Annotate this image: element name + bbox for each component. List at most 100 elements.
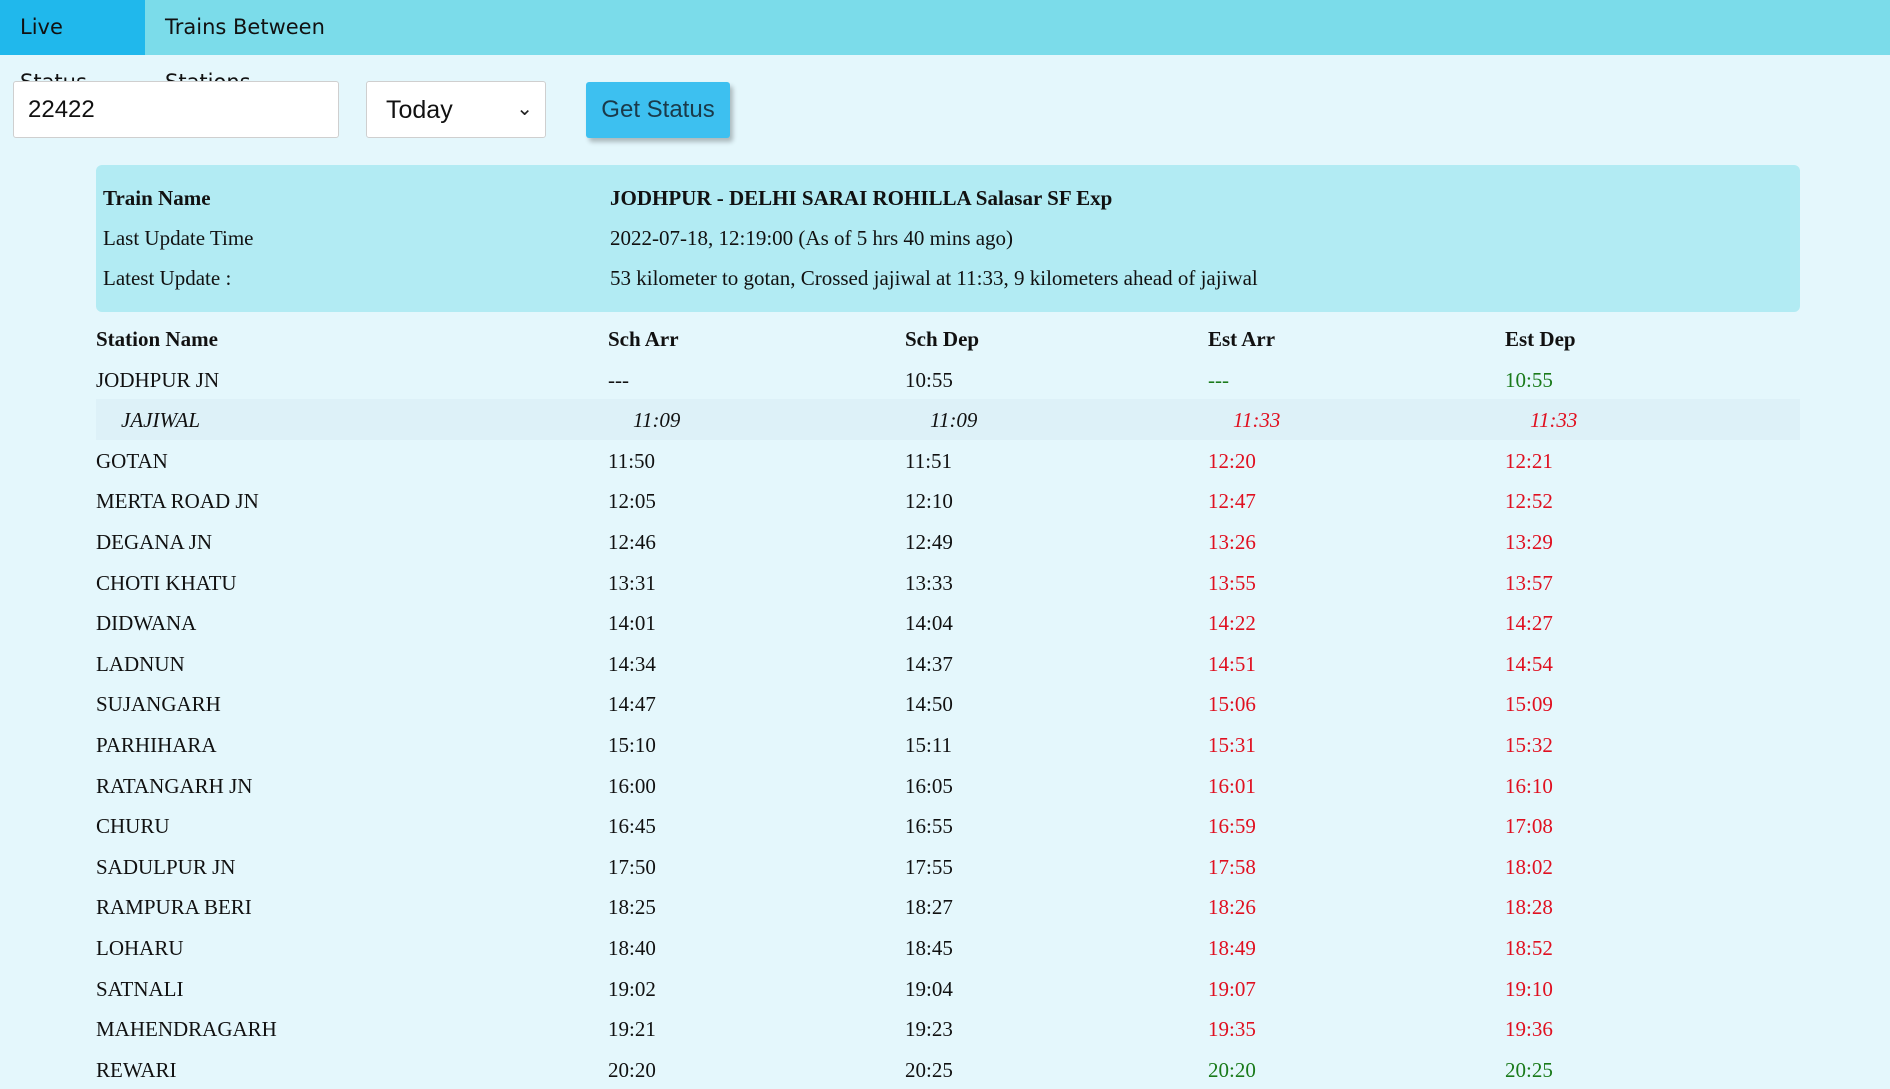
cell-est-dep: 19:36 bbox=[1505, 1017, 1553, 1042]
cell-sch-dep: 20:25 bbox=[905, 1057, 953, 1082]
latest-update-label: Latest Update : bbox=[103, 266, 232, 290]
cell-est-arr: 14:51 bbox=[1208, 651, 1256, 676]
cell-est-dep: 10:55 bbox=[1505, 367, 1553, 392]
table-row: GOTAN 11:50 11:51 12:20 12:21 bbox=[96, 440, 1800, 481]
cell-est-dep: 11:33 bbox=[1530, 408, 1578, 433]
table-row: JAJIWAL 11:09 11:09 11:33 11:33 bbox=[96, 399, 1800, 440]
table-row: LOHARU 18:40 18:45 18:49 18:52 bbox=[96, 927, 1800, 968]
cell-est-arr: --- bbox=[1208, 367, 1229, 392]
cell-station-name: JAJIWAL bbox=[121, 408, 200, 433]
last-update-label: Last Update Time bbox=[103, 226, 254, 250]
table-row: SATNALI 19:02 19:04 19:07 19:10 bbox=[96, 968, 1800, 1009]
cell-sch-arr: 11:50 bbox=[608, 448, 656, 473]
header-est-dep: Est Dep bbox=[1505, 327, 1576, 351]
cell-station-name: SUJANGARH bbox=[96, 692, 221, 717]
cell-sch-dep: 18:27 bbox=[905, 895, 953, 920]
tab-trains-between-stations[interactable]: Trains Between Stations bbox=[145, 0, 395, 94]
cell-station-name: DIDWANA bbox=[96, 611, 197, 636]
cell-est-arr: 15:31 bbox=[1208, 732, 1256, 757]
top-navbar: Live Status Trains Between Stations bbox=[0, 0, 1890, 94]
cell-est-arr: 12:20 bbox=[1208, 448, 1256, 473]
cell-station-name: SADULPUR JN bbox=[96, 854, 236, 879]
cell-sch-dep: 14:50 bbox=[905, 692, 953, 717]
cell-sch-arr: 20:20 bbox=[608, 1057, 656, 1082]
table-row: MAHENDRAGARH 19:21 19:23 19:35 19:36 bbox=[96, 1008, 1800, 1049]
cell-est-dep: 13:29 bbox=[1505, 529, 1553, 554]
cell-station-name: CHOTI KHATU bbox=[96, 570, 237, 595]
cell-station-name: DEGANA JN bbox=[96, 529, 213, 554]
get-status-button[interactable]: Get Status bbox=[586, 82, 730, 138]
cell-sch-arr: 16:00 bbox=[608, 773, 656, 798]
cell-sch-arr: 14:34 bbox=[608, 651, 656, 676]
cell-station-name: LADNUN bbox=[96, 651, 185, 676]
last-update-value: 2022-07-18, 12:19:00 (As of 5 hrs 40 min… bbox=[610, 226, 1014, 250]
day-select-value: Today bbox=[386, 96, 453, 124]
cell-est-dep: 18:52 bbox=[1505, 935, 1553, 960]
cell-station-name: SATNALI bbox=[96, 976, 184, 1001]
cell-sch-arr: 12:46 bbox=[608, 529, 656, 554]
cell-est-arr: 18:26 bbox=[1208, 895, 1256, 920]
cell-est-dep: 12:21 bbox=[1505, 448, 1553, 473]
cell-station-name: PARHIHARA bbox=[96, 732, 217, 757]
cell-station-name: RAMPURA BERI bbox=[96, 895, 252, 920]
cell-sch-dep: 13:33 bbox=[905, 570, 953, 595]
table-row: DEGANA JN 12:46 12:49 13:26 13:29 bbox=[96, 521, 1800, 562]
cell-sch-dep: 12:49 bbox=[905, 529, 953, 554]
table-row: JODHPUR JN --- 10:55 --- 10:55 bbox=[96, 359, 1800, 400]
table-row: RATANGARH JN 16:00 16:05 16:01 16:10 bbox=[96, 765, 1800, 806]
cell-est-arr: 13:55 bbox=[1208, 570, 1256, 595]
train-number-input[interactable] bbox=[13, 81, 339, 138]
table-row: REWARI 20:20 20:25 20:20 20:25 bbox=[96, 1049, 1800, 1089]
header-sch-dep: Sch Dep bbox=[905, 327, 980, 351]
cell-sch-dep: 15:11 bbox=[905, 732, 953, 757]
table-row: DIDWANA 14:01 14:04 14:22 14:27 bbox=[96, 602, 1800, 643]
cell-sch-arr: 19:21 bbox=[608, 1017, 656, 1042]
cell-est-arr: 20:20 bbox=[1208, 1057, 1256, 1082]
cell-est-arr: 12:47 bbox=[1208, 489, 1256, 514]
cell-est-arr: 16:59 bbox=[1208, 814, 1256, 839]
cell-sch-dep: 11:51 bbox=[905, 448, 953, 473]
cell-station-name: LOHARU bbox=[96, 935, 184, 960]
cell-sch-arr: 14:01 bbox=[608, 611, 656, 636]
cell-est-arr: 19:35 bbox=[1208, 1017, 1256, 1042]
table-row: LADNUN 14:34 14:37 14:51 14:54 bbox=[96, 643, 1800, 684]
cell-sch-arr: 19:02 bbox=[608, 976, 656, 1001]
cell-sch-arr: 11:09 bbox=[633, 408, 681, 433]
cell-est-arr: 11:33 bbox=[1233, 408, 1281, 433]
day-select[interactable]: Today ⌄ bbox=[366, 81, 546, 138]
cell-est-arr: 14:22 bbox=[1208, 611, 1256, 636]
cell-sch-dep: 14:37 bbox=[905, 651, 953, 676]
cell-sch-dep: 19:23 bbox=[905, 1017, 953, 1042]
train-name-label: Train Name bbox=[103, 186, 211, 210]
cell-est-dep: 13:57 bbox=[1505, 570, 1553, 595]
table-row: SADULPUR JN 17:50 17:55 17:58 18:02 bbox=[96, 846, 1800, 887]
train-name-value: JODHPUR - DELHI SARAI ROHILLA Salasar SF… bbox=[610, 186, 1113, 210]
cell-sch-dep: 16:05 bbox=[905, 773, 953, 798]
cell-station-name: GOTAN bbox=[96, 448, 168, 473]
cell-est-dep: 15:09 bbox=[1505, 692, 1553, 717]
cell-sch-arr: 15:10 bbox=[608, 732, 656, 757]
cell-est-dep: 14:27 bbox=[1505, 611, 1553, 636]
cell-sch-dep: 18:45 bbox=[905, 935, 953, 960]
cell-sch-dep: 10:55 bbox=[905, 367, 953, 392]
tab-live-status[interactable]: Live Status bbox=[0, 0, 145, 94]
cell-sch-arr: --- bbox=[608, 367, 629, 392]
table-row: CHURU 16:45 16:55 16:59 17:08 bbox=[96, 805, 1800, 846]
cell-est-dep: 12:52 bbox=[1505, 489, 1553, 514]
cell-sch-arr: 18:40 bbox=[608, 935, 656, 960]
cell-sch-arr: 16:45 bbox=[608, 814, 656, 839]
cell-sch-dep: 11:09 bbox=[930, 408, 978, 433]
cell-est-dep: 20:25 bbox=[1505, 1057, 1553, 1082]
table-row: PARHIHARA 15:10 15:11 15:31 15:32 bbox=[96, 724, 1800, 765]
cell-est-dep: 15:32 bbox=[1505, 732, 1553, 757]
cell-est-arr: 19:07 bbox=[1208, 976, 1256, 1001]
cell-sch-arr: 12:05 bbox=[608, 489, 656, 514]
header-station-name: Station Name bbox=[96, 327, 218, 351]
header-est-arr: Est Arr bbox=[1208, 327, 1276, 351]
table-row: RAMPURA BERI 18:25 18:27 18:26 18:28 bbox=[96, 886, 1800, 927]
cell-sch-dep: 16:55 bbox=[905, 814, 953, 839]
cell-est-arr: 18:49 bbox=[1208, 935, 1256, 960]
table-row: CHOTI KHATU 13:31 13:33 13:55 13:57 bbox=[96, 562, 1800, 603]
cell-sch-dep: 19:04 bbox=[905, 976, 953, 1001]
cell-sch-dep: 14:04 bbox=[905, 611, 953, 636]
